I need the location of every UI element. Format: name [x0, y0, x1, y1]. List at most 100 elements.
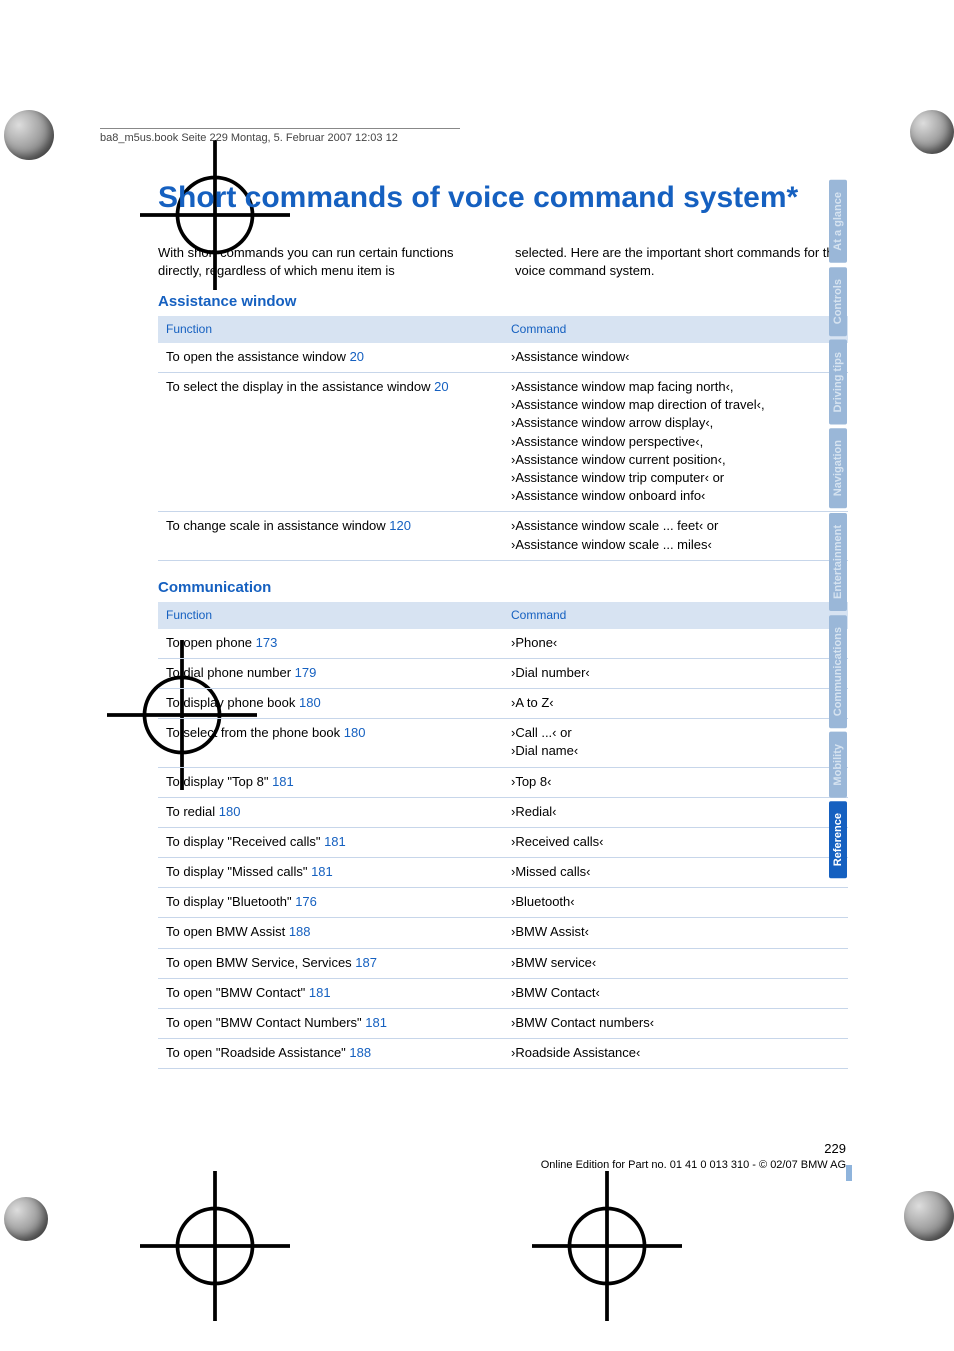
page-reference-link[interactable]: 180: [344, 725, 366, 740]
command-cell: ›Received calls‹: [503, 827, 848, 857]
page-reference-link[interactable]: 180: [219, 804, 241, 819]
command-cell: ›Missed calls‹: [503, 858, 848, 888]
table-row: To change scale in assistance window 120…: [158, 512, 848, 560]
table-row: To open "BMW Contact Numbers" 181›BMW Co…: [158, 1009, 848, 1039]
table-row: To open BMW Service, Services 187 ›BMW se…: [158, 948, 848, 978]
page-reference-link[interactable]: 188: [289, 924, 311, 939]
side-tab-controls[interactable]: Controls: [829, 267, 847, 336]
side-tab-mobility[interactable]: Mobility: [829, 732, 847, 798]
table-row: To display phone book 180›A to Z‹: [158, 688, 848, 718]
command-cell: ›Assistance window map facing north‹, ›A…: [503, 373, 848, 512]
side-tab-at-a-glance[interactable]: At a glance: [829, 180, 847, 263]
registration-mark-icon: [882, 1171, 922, 1211]
page-reference-link[interactable]: 181: [324, 834, 346, 849]
command-cell: ›Roadside Assistance‹: [503, 1039, 848, 1069]
print-header-line: ba8_m5us.book Seite 229 Montag, 5. Febru…: [100, 128, 460, 144]
table-row: To redial 180 ›Redial‹: [158, 797, 848, 827]
page-reference-link[interactable]: 176: [295, 894, 317, 909]
command-cell: ›Call ...‹ or ›Dial name‹: [503, 719, 848, 767]
function-text: To open "BMW Contact": [166, 985, 309, 1000]
function-text: To open BMW Assist: [166, 924, 289, 939]
function-text: To display phone book: [166, 695, 299, 710]
page-reference-link[interactable]: 181: [311, 864, 333, 879]
registration-mark-icon: [32, 640, 72, 680]
command-cell: ›BMW Contact numbers‹: [503, 1009, 848, 1039]
function-cell: To display "Missed calls" 181: [158, 858, 503, 888]
function-text: To select from the phone book: [166, 725, 344, 740]
function-text: To display "Top 8": [166, 774, 272, 789]
page-title: Short commands of voice command system*: [158, 180, 848, 216]
command-cell: ›BMW Contact‹: [503, 978, 848, 1008]
function-text: To open phone: [166, 635, 256, 650]
function-cell: To display "Bluetooth" 176: [158, 888, 503, 918]
table-row: To select the display in the assistance …: [158, 373, 848, 512]
section-heading-communication: Communication: [158, 579, 848, 596]
page-reference-link[interactable]: 181: [309, 985, 331, 1000]
side-tabs: At a glance Controls Driving tips Navigatio…: [829, 180, 851, 883]
table-row: To display "Bluetooth" 176›Bluetooth‹: [158, 888, 848, 918]
table-row: To dial phone number 179 ›Dial number‹: [158, 658, 848, 688]
function-cell: To display "Top 8" 181: [158, 767, 503, 797]
page-reference-link[interactable]: 20: [350, 349, 364, 364]
table-assistance: Function Command To open the assistance …: [158, 316, 848, 561]
function-text: To change scale in assistance window: [166, 518, 389, 533]
table-row: To open "Roadside Assistance" 188›Roadsi…: [158, 1039, 848, 1069]
registration-mark-icon: [882, 140, 922, 180]
side-tab-communications[interactable]: Communications: [829, 615, 847, 728]
page-reference-link[interactable]: 181: [272, 774, 294, 789]
footer-edition-line: Online Edition for Part no. 01 41 0 013 …: [541, 1159, 846, 1171]
function-cell: To open the assistance window 20: [158, 343, 503, 373]
intro-paragraph: With short commands you can run certain …: [158, 244, 848, 279]
table-row: To select from the phone book 180 ›Call .…: [158, 719, 848, 767]
function-text: To display "Bluetooth": [166, 894, 295, 909]
command-cell: ›Assistance window scale ... feet‹ or ›A…: [503, 512, 848, 560]
side-tab-driving-tips[interactable]: Driving tips: [829, 340, 847, 425]
function-text: To display "Missed calls": [166, 864, 311, 879]
table-row: To display "Top 8" 181›Top 8‹: [158, 767, 848, 797]
page-reference-link[interactable]: 20: [434, 379, 448, 394]
page-footer: 229 Online Edition for Part no. 01 41 0 …: [541, 1141, 846, 1171]
registration-mark-icon: [65, 1171, 105, 1211]
function-cell: To open "Roadside Assistance" 188: [158, 1039, 503, 1069]
page-reference-link[interactable]: 173: [256, 635, 278, 650]
function-cell: To change scale in assistance window 120: [158, 512, 503, 560]
page-reference-link[interactable]: 179: [295, 665, 317, 680]
command-cell: ›Assistance window‹: [503, 343, 848, 373]
intro-right: selected. Here are the important short c…: [515, 244, 848, 279]
command-cell: ›BMW service‹: [503, 948, 848, 978]
side-tab-reference[interactable]: Reference: [829, 801, 847, 878]
page-number: 229: [824, 1141, 846, 1156]
side-tab-navigation[interactable]: Navigation: [829, 428, 847, 508]
page-reference-link[interactable]: 180: [299, 695, 321, 710]
command-cell: ›A to Z‹: [503, 688, 848, 718]
table-row: To display "Received calls" 181›Received…: [158, 827, 848, 857]
page-reference-link[interactable]: 188: [349, 1045, 371, 1060]
command-cell: ›Phone‹: [503, 629, 848, 659]
col-header-function: Function: [158, 316, 503, 343]
table-communication: Function Command To open phone 173›Phone…: [158, 602, 848, 1070]
function-text: To display "Received calls": [166, 834, 324, 849]
function-cell: To display "Received calls" 181: [158, 827, 503, 857]
function-cell: To display phone book 180: [158, 688, 503, 718]
function-cell: To open phone 173: [158, 629, 503, 659]
page-reference-link[interactable]: 120: [389, 518, 411, 533]
page-content: Short commands of voice command system* …: [158, 180, 848, 1069]
function-cell: To open BMW Assist 188: [158, 918, 503, 948]
section-heading-assistance: Assistance window: [158, 293, 848, 310]
command-cell: ›Dial number‹: [503, 658, 848, 688]
command-cell: ›Redial‹: [503, 797, 848, 827]
col-header-command: Command: [503, 602, 848, 629]
command-cell: ›Bluetooth‹: [503, 888, 848, 918]
function-text: To redial: [166, 804, 219, 819]
col-header-command: Command: [503, 316, 848, 343]
function-text: To open BMW Service, Services: [166, 955, 355, 970]
print-ornament-top-left: [4, 110, 54, 160]
table-row: To open "BMW Contact" 181 ›BMW Contact‹: [158, 978, 848, 1008]
function-text: To dial phone number: [166, 665, 295, 680]
registration-mark-icon: [457, 1171, 497, 1211]
side-tab-entertainment[interactable]: Entertainment: [829, 513, 847, 611]
command-cell: ›BMW Assist‹: [503, 918, 848, 948]
page-reference-link[interactable]: 187: [355, 955, 377, 970]
page-reference-link[interactable]: 181: [365, 1015, 387, 1030]
function-text: To open "Roadside Assistance": [166, 1045, 349, 1060]
